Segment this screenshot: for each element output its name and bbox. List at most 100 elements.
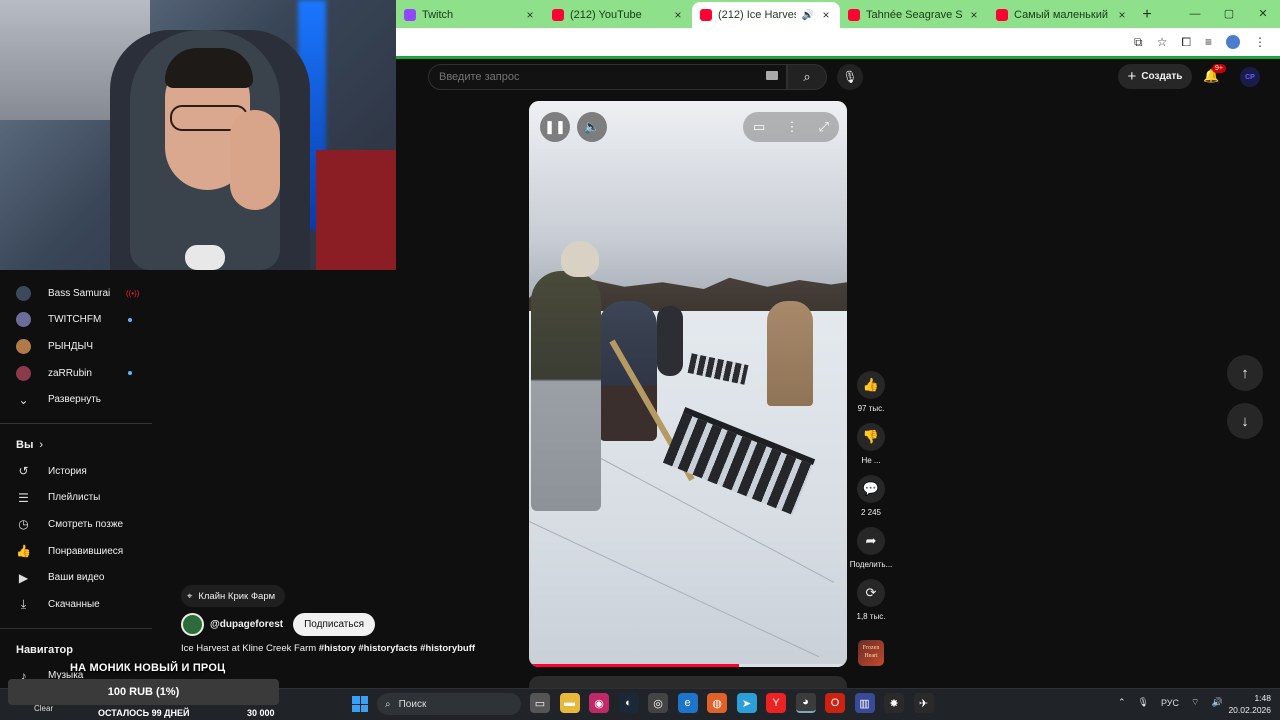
install-app-icon[interactable]: ⧉ [1134, 35, 1143, 50]
edge-icon[interactable]: e [677, 693, 698, 713]
you-section-header[interactable]: Вы › [0, 432, 160, 458]
fullscreen-icon[interactable]: ⤢ [819, 119, 829, 135]
location-chip[interactable]: ⌖ Клайн Крик Фарм [181, 585, 286, 607]
video-progress-bar[interactable] [529, 664, 847, 667]
app-icon[interactable]: ✈ [913, 693, 934, 713]
sidebar-item[interactable]: ▶ Ваши видео [0, 564, 160, 591]
next-short-preview[interactable] [529, 676, 847, 688]
tab-close-icon[interactable]: × [524, 8, 536, 22]
tab-close-icon[interactable]: × [1116, 8, 1128, 22]
subscribe-button[interactable]: Подписаться [293, 613, 376, 636]
browser-tab[interactable]: Самый маленький примат × [988, 2, 1136, 28]
clock[interactable]: 1:48 20.02.2026 [1227, 692, 1271, 716]
telegram-icon[interactable]: ➤ [736, 693, 757, 713]
microphone-icon[interactable]: 🎙 [1138, 697, 1149, 708]
channel-avatar [16, 365, 31, 381]
steam-icon[interactable]: ◐ [618, 693, 639, 713]
app-icon[interactable]: ◎ [648, 693, 668, 713]
sound-thumbnail[interactable]: Frozen Heart [858, 640, 884, 666]
close-window-button[interactable]: ✕ [1246, 0, 1280, 28]
file-explorer-icon[interactable]: ▬ [559, 693, 580, 713]
search-input[interactable] [439, 71, 749, 83]
extensions-icon[interactable]: ⧠ [1181, 35, 1191, 50]
browser-tab[interactable]: (212) Ice Harvest at Kline 🔊 × [692, 2, 840, 28]
sidebar-channel-item[interactable]: TWITCHFM [0, 307, 160, 334]
arrow-down-icon: ↓ [1241, 412, 1249, 430]
search-button[interactable]: ⌕ [787, 64, 827, 90]
channel-avatar[interactable] [181, 613, 204, 636]
browser-tab[interactable]: Tahnée Seagrave SpeedSuit × [840, 2, 988, 28]
keyboard-icon[interactable] [766, 71, 778, 80]
sidebar-item[interactable]: ☰ Плейлисты [0, 485, 160, 512]
pause-icon: ❚❚ [544, 119, 566, 134]
minimize-button[interactable]: — [1178, 0, 1212, 28]
sidebar-item[interactable]: 👍 Понравившиеся [0, 538, 160, 565]
person-hat [561, 241, 599, 277]
tab-close-icon[interactable]: × [968, 8, 980, 22]
more-options-icon[interactable]: ⋮ [785, 119, 798, 135]
tab-close-icon[interactable]: × [820, 8, 832, 22]
volume-icon[interactable]: 🔊 [1211, 697, 1222, 708]
browser-tab[interactable]: (212) YouTube × [544, 2, 692, 28]
app-icon[interactable]: ◉ [589, 693, 609, 713]
new-tab-button[interactable]: + [1136, 2, 1158, 28]
comments-button[interactable]: 💬 2 245 [850, 475, 892, 527]
chrome-icon[interactable]: ◕ [795, 693, 816, 713]
mute-button[interactable]: 🔈 [577, 112, 607, 142]
video-top-controls: ▭ ⋮ ⤢ [743, 112, 839, 142]
remix-button[interactable]: ⟳ 1,8 тыс. [850, 579, 892, 631]
weather-label: Clear [34, 704, 54, 713]
language-indicator[interactable]: РУС [1161, 698, 1179, 708]
channel-name[interactable]: @dupageforest [210, 619, 283, 630]
firefox-icon[interactable]: ◍ [707, 693, 727, 713]
app-icon[interactable]: ▥ [854, 693, 875, 713]
reading-list-icon[interactable]: ≡ [1205, 35, 1212, 49]
opera-icon[interactable]: O [825, 693, 845, 713]
sidebar-channel-item[interactable]: zaRRubin [0, 360, 160, 387]
yandex-icon[interactable]: Y [766, 693, 786, 713]
sidebar-item-label: Ваши видео [48, 572, 105, 584]
tab-favicon-icon [996, 9, 1008, 21]
tab-close-icon[interactable]: × [672, 8, 684, 22]
browser-menu-icon[interactable]: ⋮ [1254, 35, 1266, 49]
browser-tab[interactable]: Twitch × [396, 2, 544, 28]
short-hashtags[interactable]: #history #historyfacts #historybuff [319, 643, 475, 654]
tab-audio-icon[interactable]: 🔊 [802, 10, 814, 21]
task-view-icon[interactable]: ▭ [530, 693, 550, 713]
sidebar-item-label: Скачанные [48, 598, 100, 610]
system-tray: ⌃ 🎙 РУС ⌔ 🔊 [1118, 697, 1223, 708]
browser-tab-strip: Twitch×(212) YouTube×(212) Ice Harvest a… [396, 0, 1280, 28]
network-icon[interactable]: ⌔ [1191, 697, 1199, 708]
captions-icon[interactable]: ▭ [753, 119, 765, 135]
voice-search-button[interactable]: 🎙 [837, 64, 863, 90]
notifications-button[interactable]: 🔔 9+ [1203, 64, 1226, 84]
expand-subscriptions-button[interactable]: ⌄ Развернуть [0, 386, 160, 413]
app-icon[interactable]: ✸ [884, 693, 904, 713]
sidebar-item[interactable]: ⤓ Скачанные [0, 591, 160, 618]
create-button[interactable]: + Создать [1118, 64, 1192, 89]
donation-goal-amount: 30 000 [247, 708, 275, 718]
taskbar-search[interactable]: ⌕ Поиск [377, 693, 521, 715]
share-button[interactable]: ➦ Поделить... [850, 527, 892, 579]
search-box[interactable] [428, 64, 787, 90]
like-button[interactable]: 👍 97 тыс. [850, 371, 892, 423]
search-icon: ⌕ [385, 698, 391, 710]
bookmark-star-icon[interactable]: ☆ [1157, 35, 1168, 49]
previous-short-button[interactable]: ↑ [1227, 355, 1263, 391]
sidebar-item[interactable]: ↺ История [0, 458, 160, 485]
next-short-button[interactable]: ↓ [1227, 403, 1263, 439]
short-video-player[interactable]: ❚❚ 🔈 ▭ ⋮ ⤢ [529, 101, 847, 667]
pause-button[interactable]: ❚❚ [540, 112, 570, 142]
sidebar-item[interactable]: ◷ Смотреть позже [0, 511, 160, 538]
tab-title: Самый маленький примат [1014, 9, 1110, 21]
dislike-button[interactable]: 👎 Не ... [850, 423, 892, 475]
account-avatar[interactable]: CP [1240, 67, 1260, 87]
webcam-overlay [0, 0, 396, 270]
maximize-button[interactable]: ▢ [1212, 0, 1246, 28]
profile-avatar[interactable] [1226, 35, 1240, 49]
webcam-hair [165, 48, 253, 88]
start-button[interactable] [352, 696, 368, 712]
sidebar-channel-item[interactable]: РЫНДЫЧ [0, 333, 160, 360]
sidebar-channel-item[interactable]: Bass Samurai ((•)) [0, 280, 160, 307]
tray-chevron-icon[interactable]: ⌃ [1118, 697, 1126, 708]
